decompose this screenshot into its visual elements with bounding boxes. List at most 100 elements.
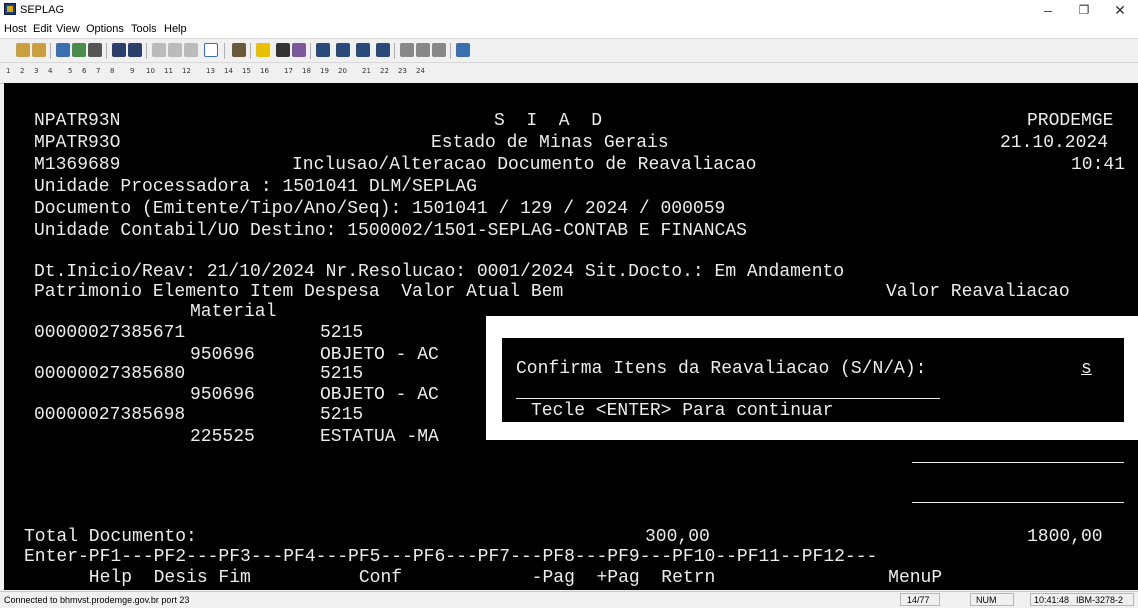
pf11-key[interactable]: 11 [164, 67, 173, 75]
item-patrimonio: 00000027385698 [34, 405, 186, 425]
alert-icon[interactable] [256, 43, 270, 57]
pa1-icon[interactable] [400, 43, 414, 57]
enter-hint: Tecle <ENTER> Para continuar [531, 401, 834, 421]
user-id: M1369689 [34, 155, 121, 175]
menu-options[interactable]: Options [86, 23, 124, 35]
send-icon[interactable] [56, 43, 70, 57]
program-id: NPATR93N [34, 111, 121, 131]
toolbar [0, 38, 1138, 63]
pf3-key[interactable]: 3 [34, 67, 38, 75]
pf17-key[interactable]: 17 [284, 67, 293, 75]
state-name: Estado de Minas Gerais [431, 133, 669, 153]
menu-host[interactable]: Host [4, 23, 27, 35]
system-name: S I A D [494, 111, 603, 131]
pf4-key[interactable]: 4 [48, 67, 52, 75]
undo-icon[interactable] [456, 43, 470, 57]
print-icon[interactable] [88, 43, 102, 57]
menu-help[interactable]: Help [164, 23, 187, 35]
terminal-type: IBM-3278-2 [1076, 595, 1124, 605]
pen-icon[interactable] [292, 43, 306, 57]
maximize-button[interactable]: ❐ [1066, 0, 1102, 20]
pf18-key[interactable]: 18 [302, 67, 311, 75]
map-id: MPATR93O [34, 133, 121, 153]
pa2-icon[interactable] [416, 43, 430, 57]
pf1-key[interactable]: 1 [6, 67, 10, 75]
total-valor-reav: 1800,00 [1027, 527, 1103, 547]
menu-tools[interactable]: Tools [131, 23, 157, 35]
pf6-key[interactable]: 6 [82, 67, 86, 75]
cut-icon[interactable] [152, 43, 166, 57]
pf19-key[interactable]: 19 [320, 67, 329, 75]
pf-key-line: Enter-PF1---PF2---PF3---PF4---PF5---PF6-… [24, 547, 878, 567]
item-descricao: ESTATUA -MA [320, 427, 439, 447]
pf15-key[interactable]: 15 [242, 67, 251, 75]
pf14-key[interactable]: 14 [224, 67, 233, 75]
cursor-position: 14/77 [907, 595, 930, 605]
save-icon[interactable] [112, 43, 126, 57]
screen-title: Inclusao/Alteracao Documento de Reavalia… [292, 155, 757, 175]
menu-view[interactable]: View [56, 23, 80, 35]
minimize-button[interactable]: – [1030, 0, 1066, 20]
table-header-material: Material [190, 302, 277, 322]
pf12-key[interactable]: 12 [182, 67, 191, 75]
paste-icon[interactable] [184, 43, 198, 57]
item-material: 950696 [190, 345, 255, 365]
newline-icon[interactable] [356, 43, 370, 57]
pf8-key[interactable]: 8 [110, 67, 114, 75]
menu-edit[interactable]: Edit [33, 23, 52, 35]
enter-icon[interactable] [336, 43, 350, 57]
connect-icon[interactable] [16, 43, 30, 57]
pf23-key[interactable]: 23 [398, 67, 407, 75]
copy-icon[interactable] [168, 43, 182, 57]
pf21-key[interactable]: 21 [362, 67, 371, 75]
menu-bar: Host Edit View Options Tools Help [0, 20, 1138, 38]
pa3-icon[interactable] [432, 43, 446, 57]
pf13-key[interactable]: 13 [206, 67, 215, 75]
pf9-key[interactable]: 9 [130, 67, 134, 75]
pf-key-bar: 1 2 3 4 5 6 7 8 9 10 11 12 13 14 15 16 1… [0, 62, 1138, 84]
table-header-reav: Valor Reavaliacao [886, 282, 1070, 302]
pf24-key[interactable]: 24 [416, 67, 425, 75]
item-patrimonio: 00000027385671 [34, 323, 186, 343]
display-icon[interactable] [276, 43, 290, 57]
macro-icon[interactable] [232, 43, 246, 57]
item-descricao: OBJETO - AC [320, 385, 439, 405]
pf10-key[interactable]: 10 [146, 67, 155, 75]
pf-key-labels: Help Desis Fim Conf -Pag +Pag Retrn Menu… [24, 568, 943, 588]
reav-value-field[interactable] [912, 502, 1124, 503]
dialog-divider [516, 398, 940, 399]
pf22-key[interactable]: 22 [380, 67, 389, 75]
reav-value-field[interactable] [912, 462, 1124, 463]
confirm-input[interactable]: s [1081, 358, 1092, 380]
item-elemento: 5215 [320, 323, 364, 343]
unidade-contabil: Unidade Contabil/UO Destino: 1500002/150… [34, 221, 747, 241]
title-bar: SEPLAG – ❐ ✕ [0, 0, 1138, 20]
documento-info: Documento (Emitente/Tipo/Ano/Seq): 15010… [34, 199, 726, 219]
item-elemento: 5215 [320, 364, 364, 384]
confirm-prompt: Confirma Itens da Reavaliacao (S/N/A): [516, 359, 927, 379]
num-lock-indicator: NUM [976, 595, 997, 605]
connection-status: Connected to bhmvst.prodemge.gov.br port… [4, 595, 190, 605]
close-button[interactable]: ✕ [1102, 0, 1138, 20]
pf7-key[interactable]: 7 [96, 67, 100, 75]
dt-inicio-info: Dt.Inicio/Reav: 21/10/2024 Nr.Resolucao:… [34, 262, 845, 282]
home-icon[interactable] [316, 43, 330, 57]
app-icon [4, 3, 16, 15]
keypad-icon[interactable] [204, 43, 218, 57]
pf16-key[interactable]: 16 [260, 67, 269, 75]
item-material: 950696 [190, 385, 255, 405]
screen-time: 10:41 [1071, 155, 1126, 175]
company-name: PRODEMGE [1027, 111, 1114, 131]
item-material: 225525 [190, 427, 255, 447]
receive-icon[interactable] [72, 43, 86, 57]
pf2-key[interactable]: 2 [20, 67, 24, 75]
status-bar: Connected to bhmvst.prodemge.gov.br port… [0, 591, 1138, 608]
unidade-processadora: Unidade Processadora : 1501041 DLM/SEPLA… [34, 177, 477, 197]
pf5-key[interactable]: 5 [68, 67, 72, 75]
pf20-key[interactable]: 20 [338, 67, 347, 75]
tab-icon[interactable] [376, 43, 390, 57]
save-as-icon[interactable] [128, 43, 142, 57]
window-title: SEPLAG [20, 4, 65, 16]
disconnect-icon[interactable] [32, 43, 46, 57]
table-header: Patrimonio Elemento Item Despesa Valor A… [34, 282, 564, 302]
